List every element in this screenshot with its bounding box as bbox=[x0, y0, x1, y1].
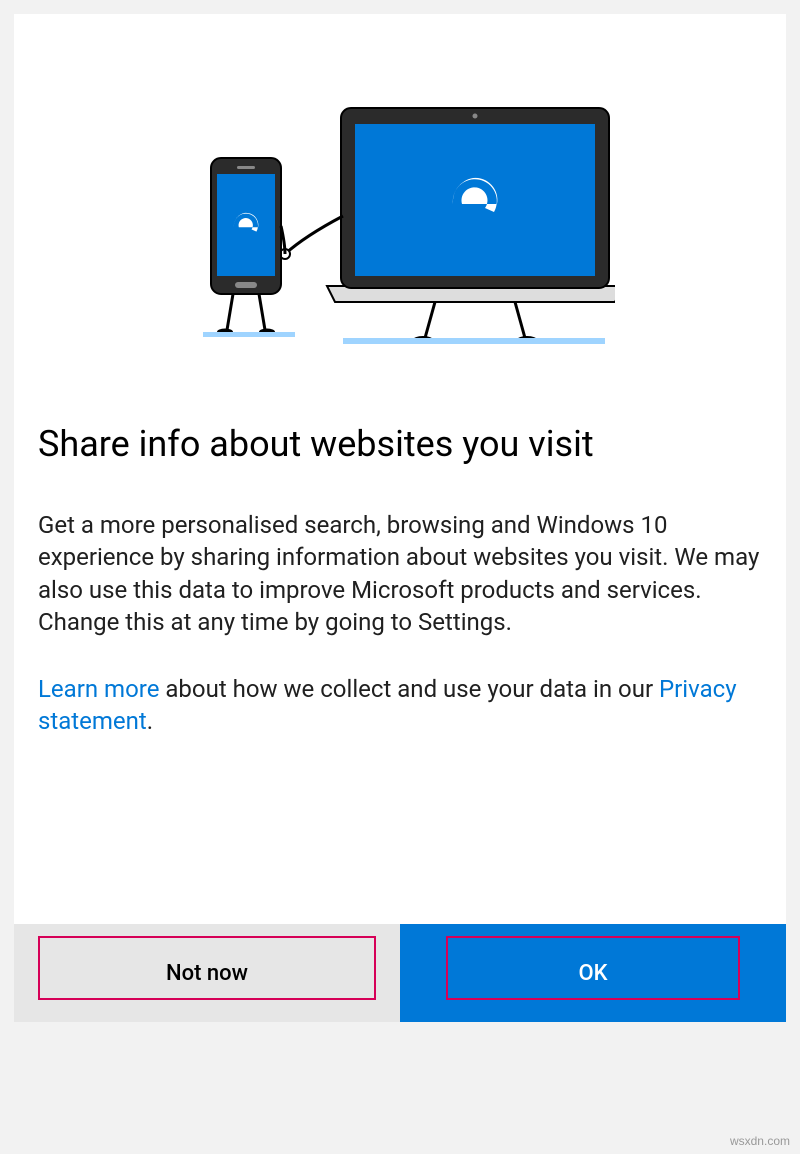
hero-illustration bbox=[14, 14, 786, 346]
paragraph-2-mid: about how we collect and use your data i… bbox=[159, 675, 659, 703]
dialog-card: Share info about websites you visit Get … bbox=[14, 14, 786, 1022]
learn-more-link[interactable]: Learn more bbox=[38, 675, 159, 703]
dialog-content: Share info about websites you visit Get … bbox=[14, 346, 786, 771]
button-row: Not now OK bbox=[14, 924, 786, 1022]
not-now-button[interactable]: Not now bbox=[14, 924, 400, 1022]
dialog-title: Share info about websites you visit bbox=[38, 422, 762, 467]
not-now-label: Not now bbox=[166, 961, 248, 986]
ok-button[interactable]: OK bbox=[400, 924, 786, 1022]
watermark-text: wsxdn.com bbox=[730, 1134, 790, 1148]
dialog-body: Get a more personalised search, browsing… bbox=[38, 509, 762, 737]
devices-edge-icon bbox=[185, 86, 615, 346]
paragraph-1: Get a more personalised search, browsing… bbox=[38, 509, 762, 639]
paragraph-2: Learn more about how we collect and use … bbox=[38, 673, 762, 738]
paragraph-2-end: . bbox=[147, 707, 153, 735]
ok-label: OK bbox=[578, 961, 607, 986]
